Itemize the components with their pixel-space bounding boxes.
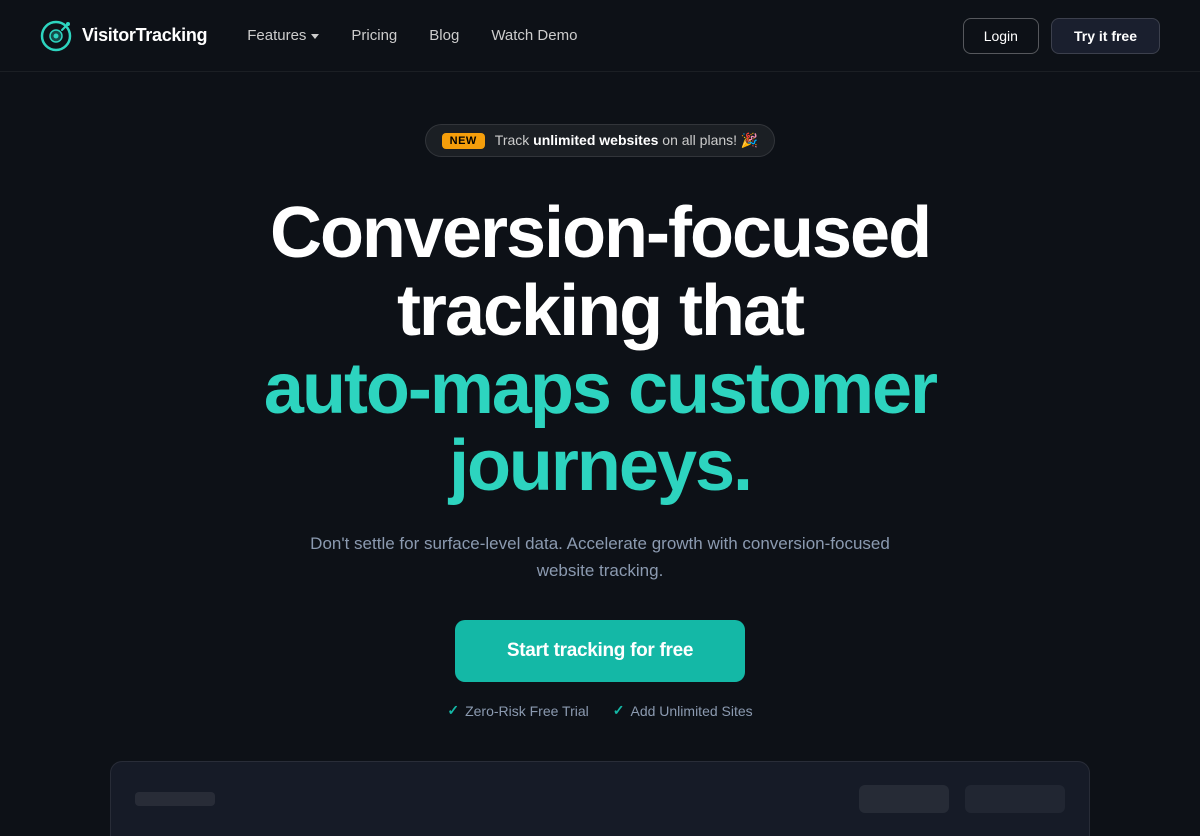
nav-blog[interactable]: Blog — [429, 27, 459, 44]
preview-action-2 — [965, 785, 1065, 813]
nav-links: Features Pricing Blog Watch Demo — [247, 27, 577, 44]
announcement-bold: unlimited websites — [533, 132, 658, 148]
check-item-2: ✓ Add Unlimited Sites — [613, 702, 753, 719]
nav-pricing[interactable]: Pricing — [351, 27, 397, 44]
hero-headline-white: Conversion-focused tracking that — [150, 195, 1050, 351]
cta-checks: ✓ Zero-Risk Free Trial ✓ Add Unlimited S… — [447, 702, 752, 719]
nav-features[interactable]: Features — [247, 27, 319, 44]
logo-icon — [40, 20, 72, 52]
nav-watchdemo[interactable]: Watch Demo — [491, 27, 577, 44]
hero-headline-teal: auto-maps customer journeys. — [150, 351, 1050, 507]
features-label: Features — [247, 27, 306, 44]
logo[interactable]: VisitorTracking — [40, 20, 207, 52]
login-button[interactable]: Login — [963, 18, 1039, 54]
try-free-button[interactable]: Try it free — [1051, 18, 1160, 54]
hero-subtext: Don't settle for surface-level data. Acc… — [300, 530, 900, 584]
new-badge: NEW — [442, 133, 485, 149]
announcement-text: Track unlimited websites on all plans! 🎉 — [495, 132, 759, 149]
chevron-down-icon — [311, 34, 319, 39]
checkmark-icon-2: ✓ — [613, 702, 625, 719]
announcement-badge: NEW Track unlimited websites on all plan… — [425, 124, 776, 157]
preview-action-1 — [859, 785, 949, 813]
preview-title-bar — [135, 792, 215, 806]
navbar: VisitorTracking Features Pricing Blog Wa… — [0, 0, 1200, 72]
checkmark-icon-1: ✓ — [447, 702, 459, 719]
nav-right: Login Try it free — [963, 18, 1160, 54]
hero-section: NEW Track unlimited websites on all plan… — [0, 72, 1200, 719]
check-label-2: Add Unlimited Sites — [630, 703, 752, 719]
check-item-1: ✓ Zero-Risk Free Trial — [447, 702, 588, 719]
dashboard-preview — [110, 761, 1090, 836]
brand-name: VisitorTracking — [82, 25, 207, 46]
nav-left: VisitorTracking Features Pricing Blog Wa… — [40, 20, 577, 52]
check-label-1: Zero-Risk Free Trial — [465, 703, 589, 719]
